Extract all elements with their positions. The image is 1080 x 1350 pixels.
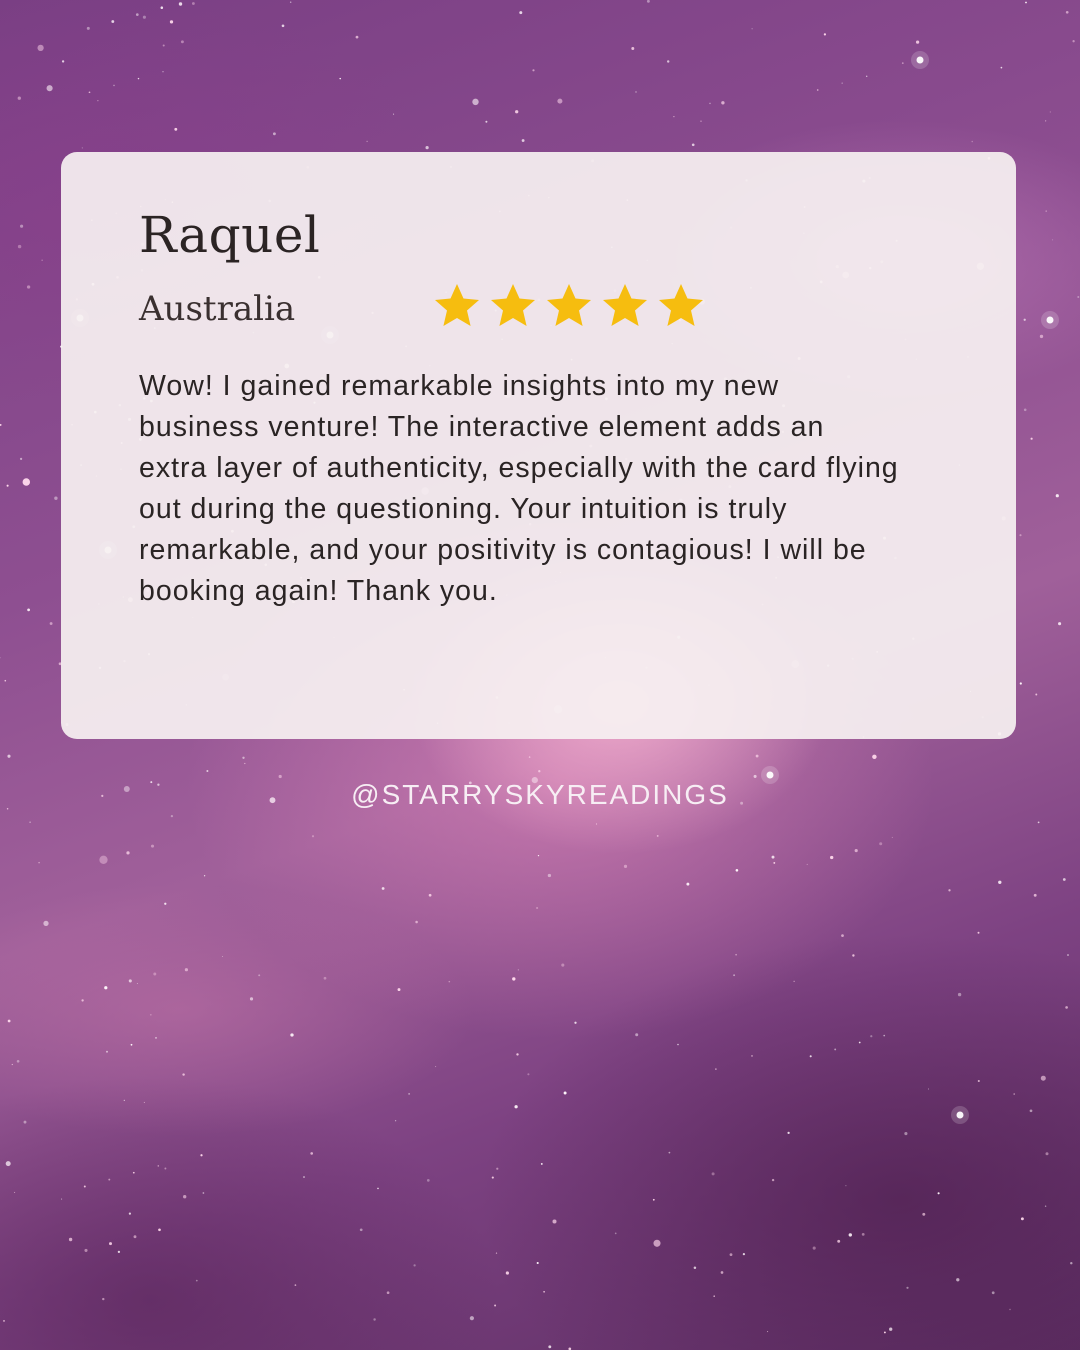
star-rating <box>433 282 705 330</box>
social-handle: @STARRYSKYREADINGS <box>351 779 729 810</box>
star-icon <box>603 284 647 326</box>
star-icon <box>435 284 479 326</box>
star-icon <box>659 284 703 326</box>
review-text: Wow! I gained remarkable insights into m… <box>139 370 899 607</box>
star-icon <box>547 284 591 326</box>
reviewer-location: Australia <box>139 289 296 329</box>
testimonial-card: Raquel Australia Wow! I gained remarkabl… <box>61 152 1016 739</box>
reviewer-name: Raquel <box>139 206 321 264</box>
star-icon <box>491 284 535 326</box>
